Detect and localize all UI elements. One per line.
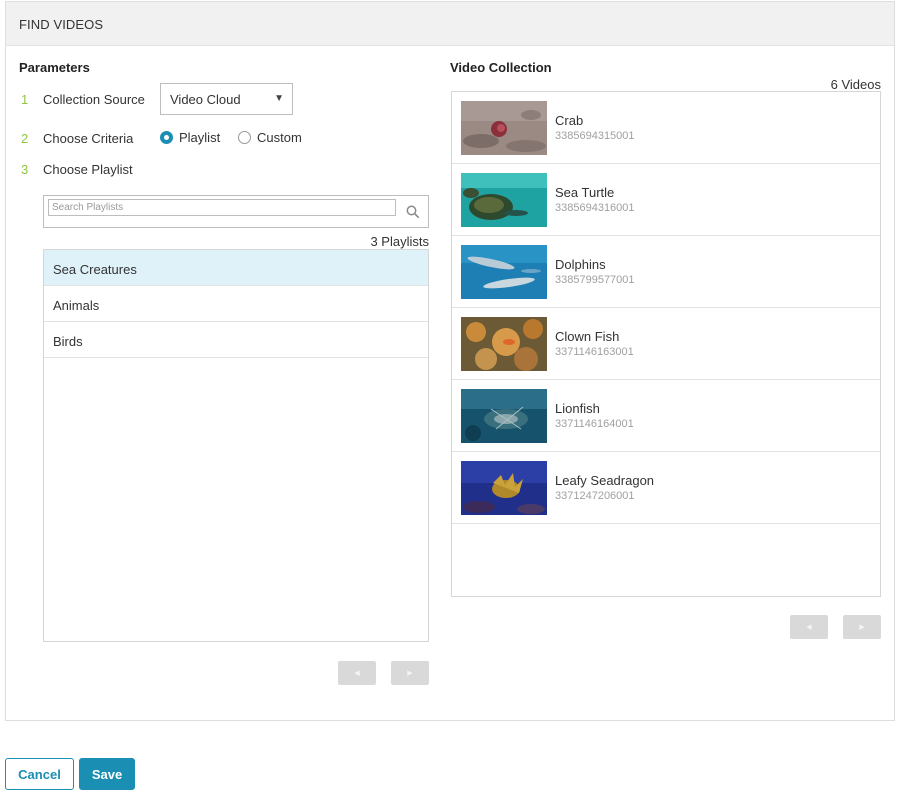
criteria-custom-radio[interactable]: Custom: [238, 130, 302, 145]
video-id: 3385799577001: [555, 274, 635, 286]
sea-turtle-thumbnail: [461, 173, 547, 227]
collection-source-value: Video Cloud: [170, 92, 241, 107]
playlist-count: 3 Playlists: [370, 234, 429, 249]
choose-criteria-label: Choose Criteria: [43, 131, 134, 146]
playlist-next-button[interactable]: ▶: [391, 661, 429, 685]
video-item-dolphins[interactable]: Dolphins 3385799577001: [452, 236, 880, 308]
crab-thumbnail: [461, 101, 547, 155]
video-id: 3371247206001: [555, 490, 635, 502]
prev-arrow-icon: ◀: [806, 624, 812, 631]
search-icon[interactable]: [406, 205, 419, 218]
playlist-item-label: Sea Creatures: [53, 262, 137, 277]
cancel-button[interactable]: Cancel: [5, 758, 74, 790]
save-button[interactable]: Save: [79, 758, 135, 790]
playlist-search-input[interactable]: [48, 199, 396, 216]
leafy-seadragon-thumbnail: [461, 461, 547, 515]
next-arrow-icon: ▶: [859, 624, 865, 631]
video-id: 3385694315001: [555, 130, 635, 142]
step-number-3: 3: [21, 162, 29, 177]
collection-source-label: Collection Source: [43, 92, 145, 107]
video-item-clown-fish[interactable]: Clown Fish 3371146163001: [452, 308, 880, 380]
playlist-item-label: Animals: [53, 298, 100, 313]
playlist-prev-button[interactable]: ◀: [338, 661, 376, 685]
radio-checked-icon[interactable]: [160, 131, 173, 144]
video-name: Sea Turtle: [555, 185, 615, 200]
video-name: Crab: [555, 113, 584, 128]
panel-title: FIND VIDEOS: [6, 2, 894, 46]
parameters-title: Parameters: [19, 60, 90, 75]
radio-unchecked-icon[interactable]: [238, 131, 251, 144]
video-id: 3385694316001: [555, 202, 635, 214]
criteria-playlist-label: Playlist: [179, 130, 221, 145]
collection-source-select[interactable]: Video Cloud ▼: [160, 83, 293, 115]
video-name: Clown Fish: [555, 329, 620, 344]
playlist-item-label: Birds: [53, 334, 83, 349]
playlist-item-animals[interactable]: Animals: [44, 286, 428, 322]
video-item-lionfish[interactable]: Lionfish 3371146164001: [452, 380, 880, 452]
video-prev-button[interactable]: ◀: [790, 615, 828, 639]
video-name: Dolphins: [555, 257, 606, 272]
criteria-playlist-radio[interactable]: Playlist: [160, 130, 220, 145]
video-item-crab[interactable]: Crab 3385694315001: [452, 92, 880, 164]
step-number-2: 2: [21, 131, 29, 146]
video-count: 6 Videos: [830, 77, 881, 92]
criteria-custom-label: Custom: [257, 130, 302, 145]
choose-playlist-label: Choose Playlist: [43, 162, 133, 177]
video-id: 3371146163001: [555, 346, 634, 358]
playlist-item-birds[interactable]: Birds: [44, 322, 428, 358]
dolphins-thumbnail: [461, 245, 547, 299]
video-next-button[interactable]: ▶: [843, 615, 881, 639]
playlist-list: Sea Creatures Animals Birds: [43, 249, 429, 642]
dropdown-arrow-icon: ▼: [274, 93, 284, 104]
video-id: 3371146164001: [555, 418, 634, 430]
video-name: Lionfish: [555, 401, 600, 416]
playlist-item-sea-creatures[interactable]: Sea Creatures: [44, 250, 428, 286]
clown-fish-thumbnail: [461, 317, 547, 371]
step-number-1: 1: [21, 92, 29, 107]
playlist-search-box: [43, 195, 429, 228]
video-list: Crab 3385694315001 Sea Turtle 3385694316…: [451, 91, 881, 597]
video-name: Leafy Seadragon: [555, 473, 655, 488]
next-arrow-icon: ▶: [407, 670, 413, 677]
lionfish-thumbnail: [461, 389, 547, 443]
video-item-leafy-seadragon[interactable]: Leafy Seadragon 3371247206001: [452, 452, 880, 524]
video-item-sea-turtle[interactable]: Sea Turtle 3385694316001: [452, 164, 880, 236]
prev-arrow-icon: ◀: [354, 670, 360, 677]
video-collection-title: Video Collection: [450, 60, 552, 75]
